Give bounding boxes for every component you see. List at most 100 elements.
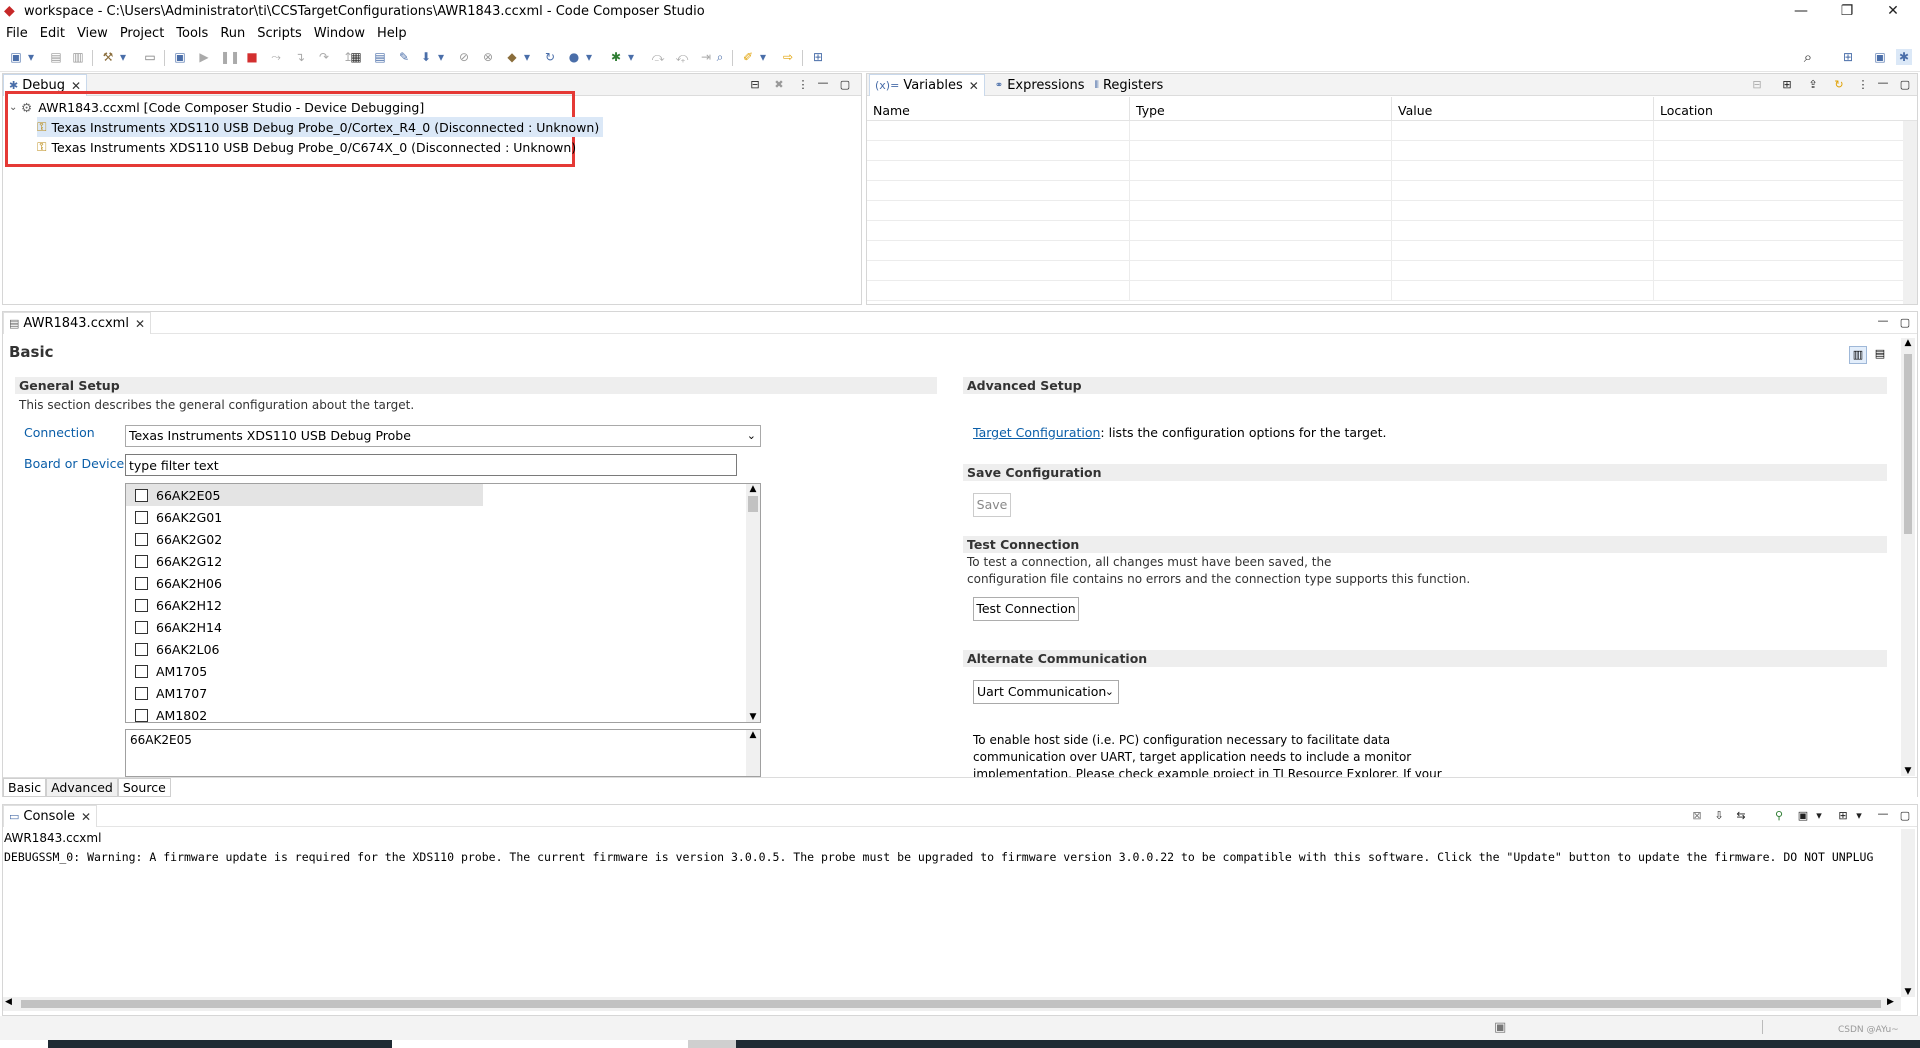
- remove-terminated-icon[interactable]: ✖: [773, 79, 785, 91]
- save-button[interactable]: Save: [973, 493, 1011, 517]
- checkbox[interactable]: [135, 554, 148, 568]
- connection-combo[interactable]: Texas Instruments XDS110 USB Debug Probe…: [125, 425, 761, 447]
- minimize-icon[interactable]: —: [817, 77, 829, 89]
- search-icon[interactable]: ⌕: [1800, 49, 1816, 65]
- horizontal-layout-icon[interactable]: ▥: [1849, 346, 1867, 364]
- tab-advanced[interactable]: Advanced: [46, 778, 118, 797]
- view-menu-icon[interactable]: ⋮: [1857, 79, 1869, 91]
- open-console-icon[interactable]: ⊞: [1837, 810, 1849, 822]
- vertical-scrollbar[interactable]: ▲ ▼: [746, 484, 760, 722]
- chevron-down-icon[interactable]: ▾: [584, 49, 594, 65]
- board-or-device-label[interactable]: Board or Device: [24, 456, 124, 471]
- step-into-icon[interactable]: ↴: [292, 49, 308, 65]
- column-name[interactable]: Name: [867, 97, 1130, 120]
- vertical-scrollbar[interactable]: ▼: [1901, 829, 1915, 997]
- close-button[interactable]: ✕: [1870, 0, 1916, 24]
- next-annotation-icon[interactable]: ⇨: [780, 49, 796, 65]
- minimize-icon[interactable]: —: [1877, 808, 1889, 820]
- connection-label[interactable]: Connection: [24, 425, 95, 440]
- scrollbar-thumb[interactable]: [748, 496, 758, 512]
- vertical-scrollbar[interactable]: [1903, 121, 1917, 304]
- scroll-lock-icon[interactable]: ⇩: [1713, 810, 1725, 822]
- chevron-down-icon[interactable]: ▼: [1901, 766, 1915, 776]
- tab-source[interactable]: Source: [117, 778, 171, 797]
- checkbox[interactable]: [135, 708, 148, 722]
- load-icon[interactable]: ⬇: [418, 49, 434, 65]
- list-item[interactable]: 66AK2L06: [126, 638, 760, 660]
- package-icon[interactable]: ◆: [504, 49, 520, 65]
- ccs-debug-perspective-icon[interactable]: ✱: [1896, 49, 1912, 65]
- chevron-up-icon[interactable]: ▲: [1901, 338, 1915, 348]
- debug-launch-icon[interactable]: ●: [566, 49, 582, 65]
- status-icon[interactable]: ▣: [1494, 1020, 1506, 1035]
- column-value[interactable]: Value: [1392, 97, 1654, 120]
- checkbox[interactable]: [135, 598, 148, 612]
- tab-basic[interactable]: Basic: [3, 778, 47, 797]
- menu-window[interactable]: Window: [308, 24, 371, 44]
- menu-run[interactable]: Run: [214, 24, 251, 44]
- minimize-button[interactable]: —: [1778, 0, 1824, 24]
- tree-root[interactable]: ⌄ ⚙ AWR1843.ccxml [Code Composer Studio …: [9, 97, 424, 117]
- connect-icon[interactable]: ✎: [396, 49, 412, 65]
- list-item[interactable]: 66AK2H12: [126, 594, 760, 616]
- chevron-down-icon[interactable]: ▾: [1853, 810, 1865, 822]
- list-item[interactable]: 66AK2G01: [126, 506, 760, 528]
- checkbox[interactable]: [135, 664, 148, 678]
- tab-variables[interactable]: (x)= Variables ✕: [869, 74, 985, 96]
- selected-device-text[interactable]: 66AK2E05 ▲: [125, 729, 761, 777]
- chevron-down-icon[interactable]: ▾: [522, 49, 532, 65]
- step-icon[interactable]: ⤼: [650, 49, 666, 65]
- refresh-icon[interactable]: ↻: [1833, 79, 1845, 91]
- menu-tools[interactable]: Tools: [170, 24, 214, 44]
- maximize-icon[interactable]: ▢: [839, 79, 851, 91]
- tab-console[interactable]: ▭ Console ✕: [3, 805, 98, 827]
- breakpoint-remove-icon[interactable]: ⊗: [480, 49, 496, 65]
- list-item[interactable]: 66AK2G12: [126, 550, 760, 572]
- tab-expressions[interactable]: ⚭ Expressions: [995, 74, 1085, 96]
- word-wrap-icon[interactable]: ⇆: [1735, 810, 1747, 822]
- build-icon[interactable]: ⚒: [100, 49, 116, 65]
- chevron-left-icon[interactable]: ◀: [5, 997, 12, 1007]
- grid-icon[interactable]: ▦: [348, 49, 364, 65]
- new-icon[interactable]: ▣: [8, 49, 24, 65]
- horizontal-scrollbar[interactable]: ◀ ▶: [3, 997, 1901, 1011]
- checkbox[interactable]: [135, 576, 148, 590]
- vertical-scrollbar[interactable]: ▲ ▼: [1901, 338, 1915, 776]
- bug-icon[interactable]: ✱: [608, 49, 624, 65]
- ccs-edit-perspective-icon[interactable]: ▣: [1872, 49, 1888, 65]
- chevron-down-icon[interactable]: ⌄: [9, 102, 21, 113]
- menu-help[interactable]: Help: [371, 24, 413, 44]
- memory-icon[interactable]: ▤: [372, 49, 388, 65]
- chevron-down-icon[interactable]: ▾: [26, 49, 36, 65]
- menu-file[interactable]: File: [0, 24, 34, 44]
- list-item[interactable]: 66AK2H14: [126, 616, 760, 638]
- view-menu-icon[interactable]: ⋮: [797, 79, 809, 91]
- checkbox[interactable]: [135, 642, 148, 656]
- list-item[interactable]: 66AK2H06: [126, 572, 760, 594]
- vertical-layout-icon[interactable]: ▤: [1871, 346, 1889, 364]
- chevron-down-icon[interactable]: ▾: [436, 49, 446, 65]
- list-item[interactable]: 66AK2E05: [126, 484, 483, 506]
- column-location[interactable]: Location: [1654, 97, 1917, 120]
- vertical-scrollbar[interactable]: ▲: [746, 730, 760, 776]
- disconnect-icon[interactable]: ⤳: [268, 49, 284, 65]
- alternate-communication-combo[interactable]: Uart Communication ⌄: [973, 680, 1119, 704]
- pencil-icon[interactable]: ✐: [740, 49, 756, 65]
- tab-registers[interactable]: ⦀ Registers: [1095, 74, 1164, 96]
- column-type[interactable]: Type: [1130, 97, 1392, 120]
- close-icon[interactable]: ✕: [81, 810, 91, 824]
- checkbox[interactable]: [135, 686, 148, 700]
- new-expression-icon[interactable]: ⊞: [1781, 79, 1793, 91]
- save-all-icon[interactable]: ▥: [70, 49, 86, 65]
- minimize-icon[interactable]: —: [1877, 315, 1889, 327]
- checkbox[interactable]: [135, 510, 148, 524]
- chevron-down-icon[interactable]: ▼: [1901, 987, 1915, 997]
- search-icon[interactable]: ⌕: [712, 49, 728, 65]
- suspend-icon[interactable]: ❚❚: [220, 49, 240, 65]
- list-item[interactable]: AM1707: [126, 682, 760, 704]
- tree-item-c674x[interactable]: ⚿ Texas Instruments XDS110 USB Debug Pro…: [37, 137, 576, 157]
- chevron-up-icon[interactable]: ▲: [746, 484, 760, 494]
- chevron-down-icon[interactable]: ▾: [118, 49, 128, 65]
- menu-edit[interactable]: Edit: [34, 24, 71, 44]
- breakpoint-icon[interactable]: ⊘: [456, 49, 472, 65]
